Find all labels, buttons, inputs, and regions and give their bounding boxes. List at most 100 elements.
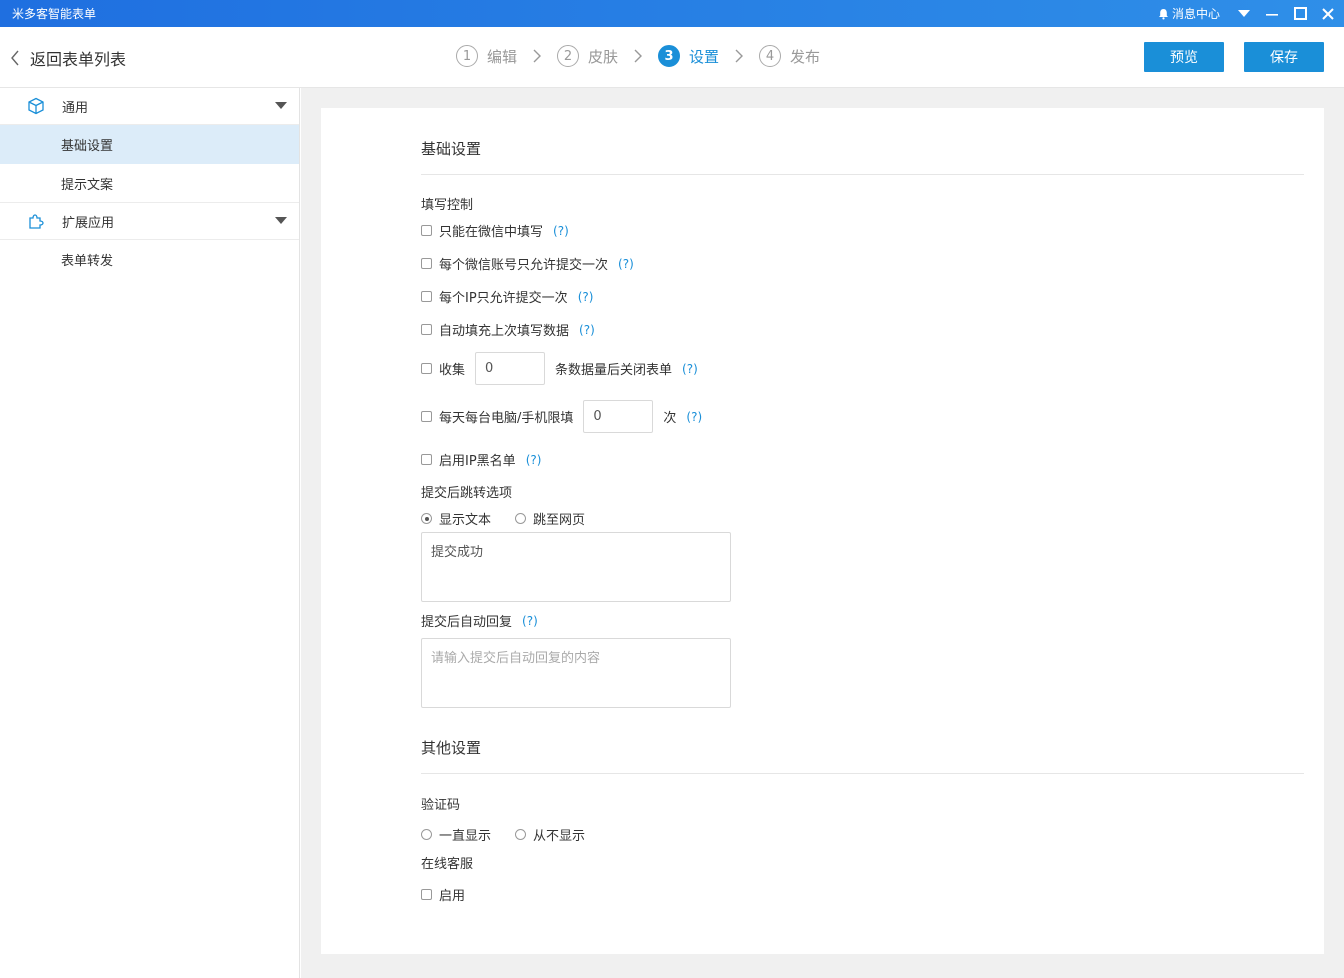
- help-link[interactable]: (?): [522, 614, 538, 628]
- collect-limit-input[interactable]: 0: [475, 352, 546, 385]
- radio-label: 跳至网页: [533, 513, 586, 528]
- close-icon: [1322, 7, 1334, 20]
- help-link[interactable]: (?): [553, 224, 569, 238]
- checkbox[interactable]: [421, 411, 432, 422]
- checkbox[interactable]: [421, 258, 432, 269]
- checkbox[interactable]: [421, 363, 432, 374]
- other-settings-title: 其他设置: [421, 739, 482, 757]
- option-one-per-ip[interactable]: 每个IP只允许提交一次 (?): [421, 287, 593, 306]
- after-submit-options: 显示文本 跳至网页: [421, 509, 585, 528]
- header: 返回表单列表 1 编辑 2 皮肤 3 设置 4 发布 预览 保存: [0, 27, 1344, 88]
- radio-never-show[interactable]: [515, 829, 527, 840]
- step-settings[interactable]: 3 设置: [658, 45, 719, 67]
- step-separator: [517, 49, 557, 63]
- basic-settings-title: 基础设置: [421, 140, 482, 158]
- option-daily-limit[interactable]: 每天每台电脑/手机限填 0 次 (?): [421, 400, 702, 433]
- chevron-right-icon: [735, 49, 744, 63]
- sidebar-item-label: 基础设置: [61, 139, 114, 154]
- option-label: 启用IP黑名单: [439, 454, 516, 469]
- minimize-button[interactable]: [1260, 0, 1284, 27]
- option-label: 自动填充上次填写数据: [439, 324, 570, 339]
- save-button[interactable]: 保存: [1244, 42, 1324, 72]
- auto-reply-text-area[interactable]: 请输入提交后自动回复的内容: [421, 638, 731, 708]
- step-edit[interactable]: 1 编辑: [456, 45, 517, 67]
- maximize-button[interactable]: [1288, 0, 1312, 27]
- step-label: 编辑: [487, 47, 518, 66]
- step-skin[interactable]: 2 皮肤: [557, 45, 618, 67]
- cube-icon: [26, 96, 46, 116]
- step-indicator: 1 编辑 2 皮肤 3 设置 4 发布: [456, 45, 820, 67]
- checkbox[interactable]: [421, 225, 432, 236]
- maximize-icon: [1293, 7, 1307, 20]
- sidebar-item-form-forward[interactable]: 表单转发: [0, 240, 299, 279]
- checkbox[interactable]: [421, 324, 432, 335]
- back-label: 返回表单列表: [30, 50, 127, 69]
- radio-label: 一直显示: [439, 829, 492, 844]
- option-label: 收集: [439, 363, 466, 378]
- help-link[interactable]: (?): [686, 410, 702, 424]
- chevron-right-icon: [634, 49, 643, 63]
- step-number: 1: [456, 45, 478, 67]
- option-one-per-wechat[interactable]: 每个微信账号只允许提交一次 (?): [421, 254, 634, 273]
- fill-control-label: 填写控制: [421, 198, 474, 213]
- sidebar-group-label: 扩展应用: [62, 215, 115, 231]
- sidebar-item-basic-settings[interactable]: 基础设置: [0, 125, 299, 164]
- captcha-options: 一直显示 从不显示: [421, 825, 585, 844]
- option-autofill[interactable]: 自动填充上次填写数据 (?): [421, 320, 595, 339]
- message-center-label: 消息中心: [1172, 7, 1221, 21]
- checkbox[interactable]: [421, 291, 432, 302]
- step-label: 设置: [689, 47, 720, 66]
- checkbox[interactable]: [421, 889, 432, 900]
- checkbox[interactable]: [421, 454, 432, 465]
- main-area: 基础设置 填写控制 只能在微信中填写 (?) 每个微信账号只允许提交一次 (?)…: [301, 88, 1344, 978]
- caret-down-icon: [1238, 9, 1250, 17]
- radio-goto-url[interactable]: [515, 513, 527, 524]
- help-link[interactable]: (?): [579, 323, 595, 337]
- daily-limit-input[interactable]: 0: [583, 400, 654, 433]
- option-collect-limit[interactable]: 收集 0 条数据量后关闭表单 (?): [421, 352, 698, 385]
- option-label: 每个微信账号只允许提交一次: [439, 258, 609, 273]
- step-label: 发布: [790, 47, 821, 66]
- step-number: 4: [759, 45, 782, 67]
- submit-success-text-area[interactable]: 提交成功: [421, 532, 731, 602]
- help-link[interactable]: (?): [526, 453, 542, 467]
- bell-icon: [1159, 8, 1168, 19]
- step-separator: [618, 49, 658, 63]
- step-number: 2: [557, 45, 580, 67]
- back-to-list-button[interactable]: 返回表单列表: [10, 46, 126, 70]
- option-ip-blacklist[interactable]: 启用IP黑名单 (?): [421, 450, 541, 469]
- dropdown-button[interactable]: [1232, 0, 1256, 27]
- radio-label: 显示文本: [439, 513, 492, 528]
- captcha-label: 验证码: [421, 798, 461, 813]
- online-service-label: 在线客服: [421, 857, 474, 872]
- option-label: 启用: [439, 889, 466, 904]
- sidebar-item-label: 表单转发: [61, 254, 114, 269]
- divider: [421, 174, 1304, 175]
- preview-button[interactable]: 预览: [1144, 42, 1224, 72]
- sidebar-group-general[interactable]: 通用: [0, 88, 299, 125]
- help-link[interactable]: (?): [578, 290, 594, 304]
- option-label: 每个IP只允许提交一次: [439, 291, 568, 306]
- auto-reply-label-row: 提交后自动回复 (?): [421, 611, 538, 631]
- divider: [421, 773, 1304, 774]
- help-link[interactable]: (?): [618, 257, 634, 271]
- radio-show-text[interactable]: [421, 513, 432, 524]
- step-number: 3: [658, 45, 681, 67]
- radio-always-show[interactable]: [421, 829, 432, 840]
- chevron-left-icon: [11, 50, 19, 66]
- close-button[interactable]: [1316, 0, 1340, 27]
- step-label: 皮肤: [588, 47, 619, 66]
- chevron-right-icon: [533, 49, 542, 63]
- settings-card: 基础设置 填写控制 只能在微信中填写 (?) 每个微信账号只允许提交一次 (?)…: [321, 108, 1324, 954]
- sidebar-group-extensions[interactable]: 扩展应用: [0, 203, 299, 240]
- sidebar-item-prompt-text[interactable]: 提示文案: [0, 164, 299, 203]
- option-wechat-only[interactable]: 只能在微信中填写 (?): [421, 221, 569, 240]
- option-label: 只能在微信中填写: [439, 225, 544, 240]
- help-link[interactable]: (?): [682, 362, 698, 376]
- sidebar-item-label: 提示文案: [61, 177, 114, 193]
- option-enable-online-service[interactable]: 启用: [421, 885, 465, 904]
- sidebar-group-label: 通用: [62, 100, 89, 116]
- option-label-suffix: 次: [663, 411, 677, 426]
- step-publish[interactable]: 4 发布: [759, 45, 820, 67]
- message-center-button[interactable]: 消息中心: [1158, 5, 1220, 22]
